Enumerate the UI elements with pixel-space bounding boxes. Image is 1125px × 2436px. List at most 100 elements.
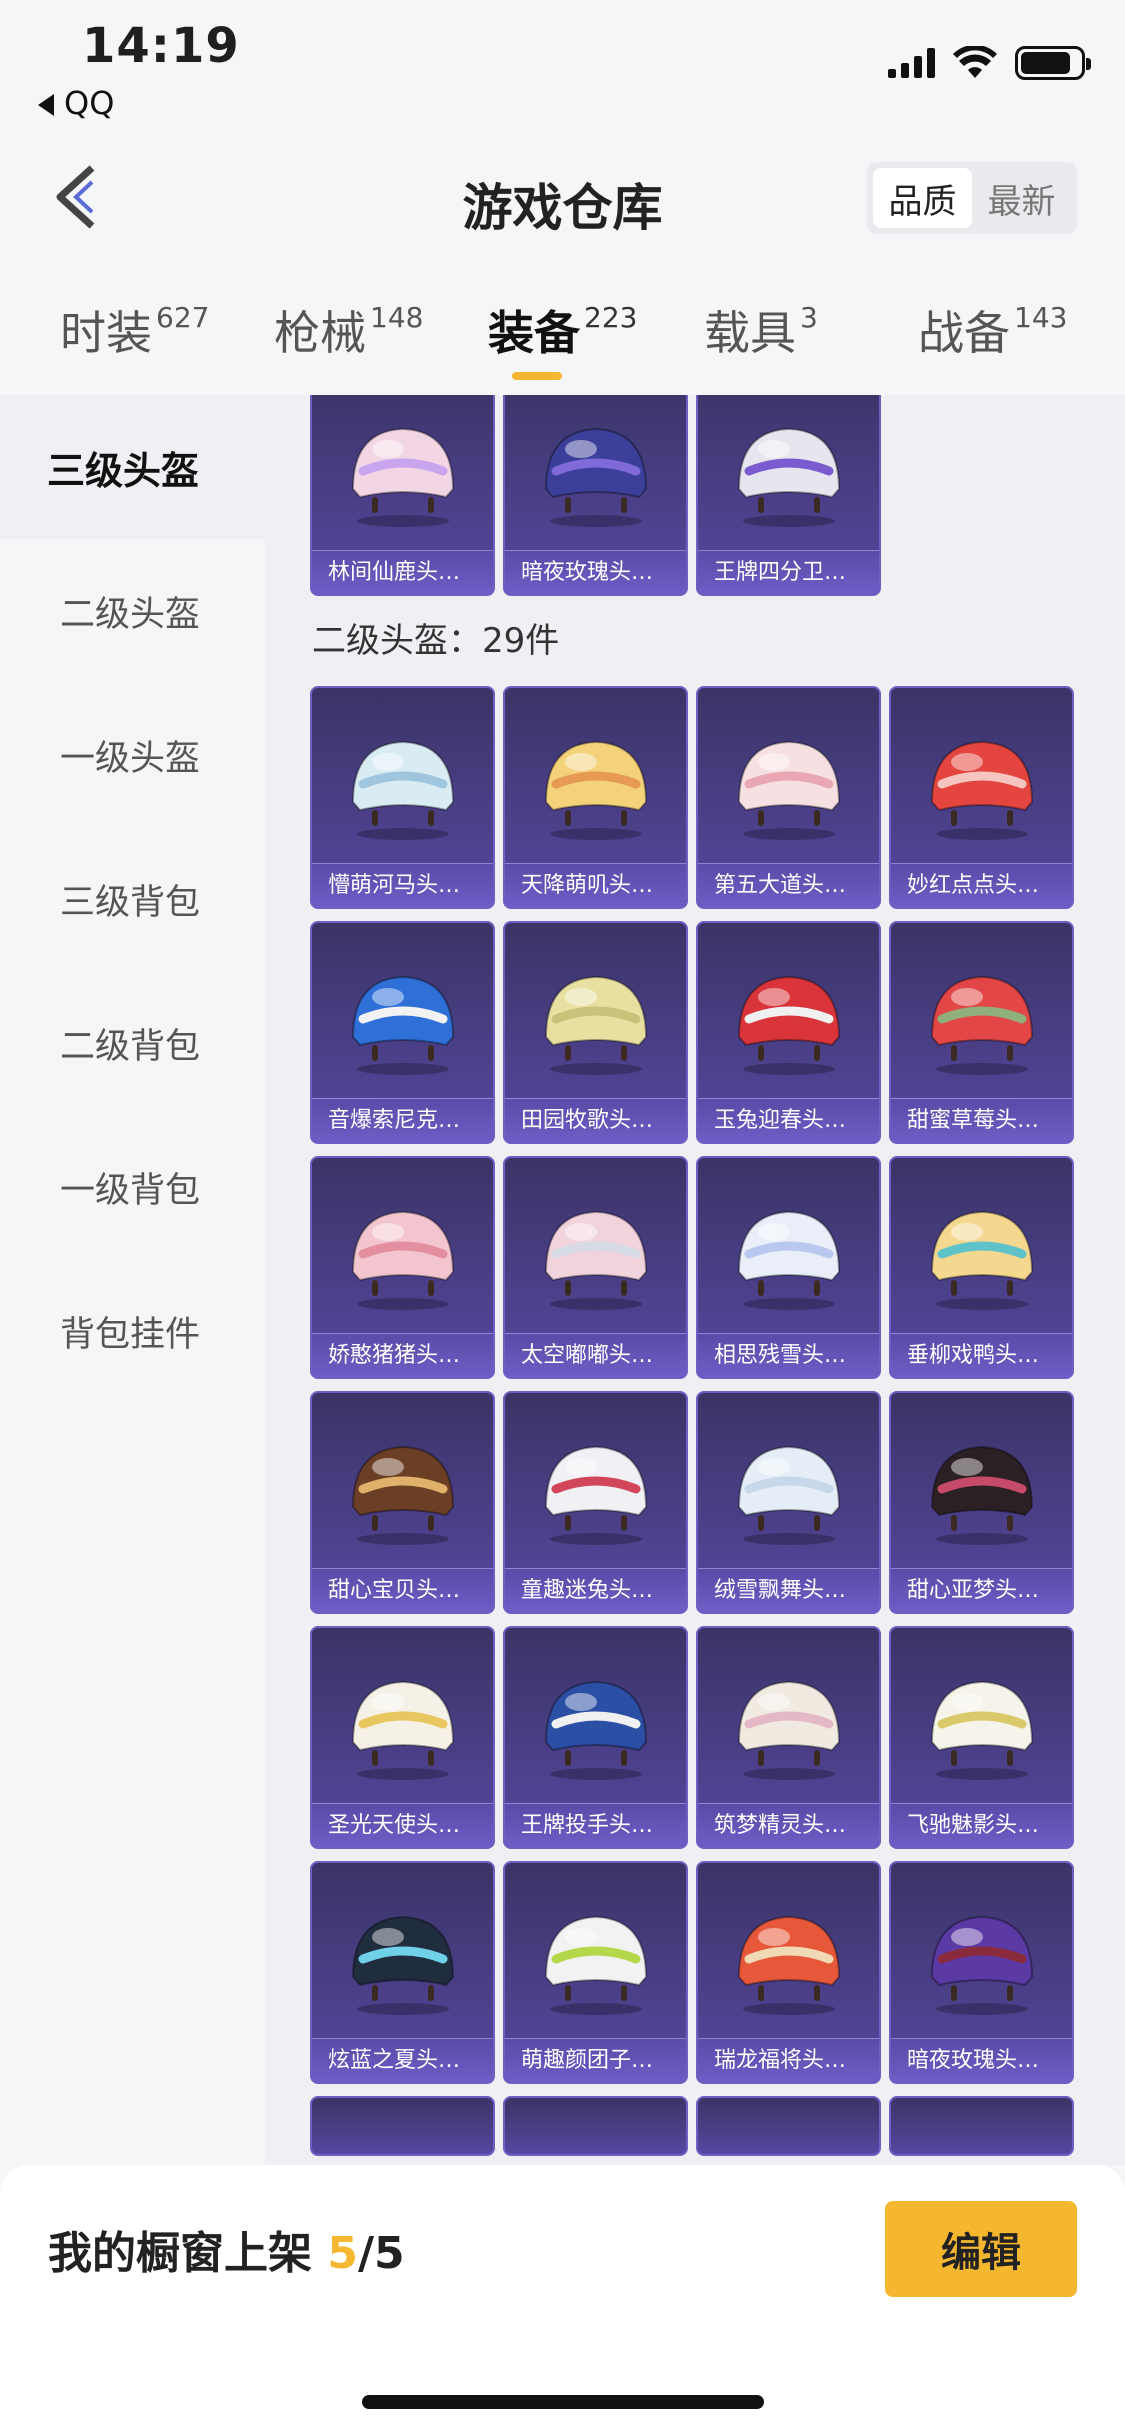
sidebar-item-level1-helmet[interactable]: 一级头盔 [0, 683, 265, 827]
showcase-label: 我的橱窗上架 5/5 [48, 2228, 405, 2279]
item-card[interactable] [503, 2096, 688, 2156]
battery-icon [1015, 46, 1091, 80]
item-card[interactable]: 林间仙鹿头… [310, 395, 495, 596]
item-name: 绒雪飘舞头… [698, 1568, 879, 1612]
category-tabs: 时装 627 枪械 148 装备 223 载具 3 战备 143 [0, 265, 1125, 395]
helmet-image [312, 1879, 493, 2039]
item-name: 太空嘟嘟头… [505, 1333, 686, 1377]
item-card[interactable]: 田园牧歌头… [503, 921, 688, 1144]
tab-supplies[interactable]: 战备 143 [918, 297, 1067, 363]
item-name: 圣光天使头… [312, 1803, 493, 1847]
status-bar: 14:19 QQ [0, 0, 1125, 130]
tab-count: 627 [156, 301, 210, 334]
item-card[interactable] [889, 2096, 1074, 2156]
item-card[interactable]: 圣光天使头… [310, 1626, 495, 1849]
helmet-image [891, 1174, 1072, 1334]
helmet-image [891, 1409, 1072, 1569]
item-card[interactable]: 第五大道头… [696, 686, 881, 909]
item-card[interactable]: 相思残雪头… [696, 1156, 881, 1379]
item-name: 甜蜜草莓头… [891, 1098, 1072, 1142]
item-name: 天降萌叽头… [505, 863, 686, 907]
item-name: 筑梦精灵头… [698, 1803, 879, 1847]
level2-helmet-grid: 懵萌河马头… 天降萌叽头… 第五大道头… 妙红点点头… 音爆索尼克… 田园牧歌头… 玉兔迎春… [310, 686, 1090, 2084]
sidebar-item-level2-helmet[interactable]: 二级头盔 [0, 539, 265, 683]
helmet-image [312, 704, 493, 864]
item-name: 暗夜玫瑰头… [891, 2038, 1072, 2082]
item-name: 王牌四分卫… [698, 550, 879, 594]
helmet-image [312, 1409, 493, 1569]
wifi-icon [953, 46, 997, 78]
helmet-image [505, 395, 686, 551]
item-card[interactable]: 玉兔迎春头… [696, 921, 881, 1144]
partial-row [310, 2096, 1090, 2156]
item-card[interactable]: 瑞龙福将头… [696, 1861, 881, 2084]
item-card[interactable]: 王牌四分卫… [696, 395, 881, 596]
helmet-image [312, 1174, 493, 1334]
back-triangle-icon [38, 94, 54, 116]
sidebar-item-level3-backpack[interactable]: 三级背包 [0, 827, 265, 971]
item-name: 童趣迷兔头… [505, 1568, 686, 1612]
helmet-image [505, 939, 686, 1099]
item-card[interactable]: 甜心宝贝头… [310, 1391, 495, 1614]
item-name: 垂柳戏鸭头… [891, 1333, 1072, 1377]
item-name: 飞驰魅影头… [891, 1803, 1072, 1847]
showcase-total: /5 [357, 2228, 405, 2279]
status-icons [888, 46, 1091, 80]
sidebar-item-level2-backpack[interactable]: 二级背包 [0, 971, 265, 1115]
tab-count: 3 [800, 301, 818, 334]
section-title-level2-helmet: 二级头盔：29件 [312, 621, 560, 661]
tab-fashion[interactable]: 时装 627 [60, 297, 209, 363]
item-name: 音爆索尼克… [312, 1098, 493, 1142]
item-grid-area: 林间仙鹿头… 暗夜玫瑰头… 王牌四分卫… 二级头盔：29件 懵萌河马头… 天降萌叽头…… [310, 395, 1090, 2156]
status-time: 14:19 [82, 18, 240, 74]
item-name: 暗夜玫瑰头… [505, 550, 686, 594]
tab-count: 223 [584, 301, 638, 334]
item-name: 第五大道头… [698, 863, 879, 907]
back-to-app-link[interactable]: QQ [38, 84, 114, 122]
item-card[interactable]: 音爆索尼克… [310, 921, 495, 1144]
tab-guns[interactable]: 枪械 148 [274, 297, 423, 363]
item-card[interactable] [696, 2096, 881, 2156]
item-card[interactable]: 萌趣颜团子… [503, 1861, 688, 2084]
sidebar-item-backpack-pendant[interactable]: 背包挂件 [0, 1259, 265, 1403]
helmet-image [312, 939, 493, 1099]
item-name: 甜心宝贝头… [312, 1568, 493, 1612]
helmet-image [505, 1879, 686, 2039]
item-card[interactable]: 暗夜玫瑰头… [889, 1861, 1074, 2084]
item-card[interactable] [310, 2096, 495, 2156]
sort-option-quality[interactable]: 品质 [873, 168, 972, 228]
item-name: 娇憨猪猪头… [312, 1333, 493, 1377]
helmet-image [698, 939, 879, 1099]
helmet-image [698, 1174, 879, 1334]
helmet-image [698, 704, 879, 864]
header: 游戏仓库 品质 最新 [0, 130, 1125, 265]
sidebar-item-level1-backpack[interactable]: 一级背包 [0, 1115, 265, 1259]
item-card[interactable]: 绒雪飘舞头… [696, 1391, 881, 1614]
tab-equipment[interactable]: 装备 223 [488, 297, 637, 363]
item-card[interactable]: 甜蜜草莓头… [889, 921, 1074, 1144]
helmet-image [505, 1644, 686, 1804]
item-card[interactable]: 飞驰魅影头… [889, 1626, 1074, 1849]
item-card[interactable]: 垂柳戏鸭头… [889, 1156, 1074, 1379]
item-card[interactable]: 筑梦精灵头… [696, 1626, 881, 1849]
helmet-image [505, 704, 686, 864]
item-card[interactable]: 童趣迷兔头… [503, 1391, 688, 1614]
tab-vehicles[interactable]: 载具 3 [704, 297, 818, 363]
item-card[interactable]: 暗夜玫瑰头… [503, 395, 688, 596]
item-name: 相思残雪头… [698, 1333, 879, 1377]
item-card[interactable]: 懵萌河马头… [310, 686, 495, 909]
item-card[interactable]: 王牌投手头… [503, 1626, 688, 1849]
item-name: 林间仙鹿头… [312, 550, 493, 594]
item-card[interactable]: 娇憨猪猪头… [310, 1156, 495, 1379]
item-card[interactable]: 妙红点点头… [889, 686, 1074, 909]
item-card[interactable]: 太空嘟嘟头… [503, 1156, 688, 1379]
sidebar-item-level3-helmet[interactable]: 三级头盔 [0, 395, 265, 539]
edit-button[interactable]: 编辑 [885, 2201, 1077, 2297]
item-name: 玉兔迎春头… [698, 1098, 879, 1142]
item-card[interactable]: 炫蓝之夏头… [310, 1861, 495, 2084]
helmet-image [891, 1644, 1072, 1804]
item-card[interactable]: 甜心亚梦头… [889, 1391, 1074, 1614]
item-card[interactable]: 天降萌叽头… [503, 686, 688, 909]
sort-option-newest[interactable]: 最新 [972, 168, 1071, 228]
back-app-name: QQ [64, 84, 115, 122]
